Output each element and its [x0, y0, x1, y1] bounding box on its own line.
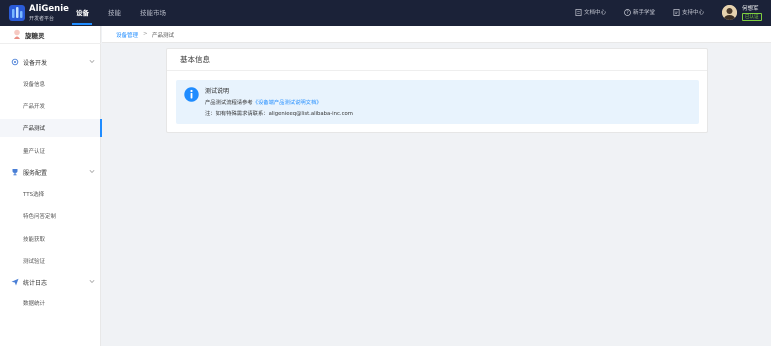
- sidebar-item-device-info[interactable]: 设备信息: [0, 75, 101, 93]
- brand-logo[interactable]: AliGenie 开发者平台: [8, 3, 78, 23]
- document-icon: [575, 9, 582, 16]
- chevron-down-icon: [89, 279, 95, 284]
- basic-info-card: 基本信息 测试说明 产品测试流程请参考《设备端产品测试说明文档》 注：如有特殊需…: [166, 48, 708, 133]
- sidebar-section-stats-log[interactable]: 统计日志: [0, 273, 101, 291]
- chevron-down-icon: [89, 59, 95, 64]
- test-notice-alert: 测试说明 产品测试流程请参考《设备端产品测试说明文档》 注：如有特殊需求请联系：…: [176, 80, 699, 124]
- avatar-image-icon: [722, 5, 737, 20]
- notice-line-reference: 产品测试流程请参考《设备端产品测试说明文档》: [205, 98, 322, 106]
- sidebar-item-label: 技能获取: [23, 237, 46, 243]
- user-name[interactable]: 何想军: [742, 4, 759, 12]
- sidebar-item-label: 数据统计: [23, 301, 46, 307]
- breadcrumb-current: 产品测试: [152, 33, 175, 39]
- test-doc-link[interactable]: 《设备端产品测试说明文档》: [253, 100, 322, 106]
- trophy-icon: [12, 169, 18, 176]
- sidebar: 旋糖灵 设备开发 设备信息 产品开发 产品测试 量产认证 服务配置 TTS选择 …: [0, 26, 102, 346]
- sidebar-item-label: 产品开发: [23, 104, 46, 110]
- nav-tab-skills[interactable]: 技能: [108, 0, 121, 26]
- nav-tab-skill-market[interactable]: 技能市场: [140, 0, 166, 26]
- doc-center-label: 文档中心: [584, 10, 607, 16]
- nav-active-indicator: [72, 23, 92, 25]
- sidebar-item-data-stats[interactable]: 数据统计: [0, 294, 101, 312]
- product-avatar-icon: [14, 29, 20, 39]
- sidebar-item-skill-acquire[interactable]: 技能获取: [0, 230, 101, 248]
- sidebar-header[interactable]: 旋糖灵: [0, 26, 101, 44]
- card-title: 基本信息: [180, 55, 210, 64]
- support-center-link[interactable]: 支持中心: [673, 0, 704, 26]
- info-icon: [184, 87, 199, 102]
- verified-badge: 已认证: [742, 13, 762, 21]
- sidebar-title: 旋糖灵: [25, 32, 45, 40]
- sidebar-item-label: 设备信息: [23, 82, 46, 88]
- sidebar-item-label: 测试验证: [23, 259, 46, 265]
- brand-title: AliGenie: [29, 4, 69, 14]
- notice-contact-text: 注：如有特殊需求请联系：aligenieeq@list.alibaba-inc.…: [205, 111, 353, 117]
- user-avatar[interactable]: [722, 5, 737, 20]
- send-icon: [11, 278, 19, 286]
- top-bar: AliGenie 开发者平台 设备 技能 技能市场 文档中心 ? 新手学堂 支持中…: [0, 0, 771, 26]
- brand-subtitle: 开发者平台: [29, 16, 55, 22]
- sidebar-section-label: 统计日志: [23, 280, 48, 287]
- sidebar-section-device-dev[interactable]: 设备开发: [0, 53, 101, 71]
- chevron-down-icon: [89, 169, 95, 174]
- support-icon: [673, 9, 680, 16]
- sidebar-section-service-config[interactable]: 服务配置: [0, 163, 101, 181]
- sidebar-item-product-dev[interactable]: 产品开发: [0, 97, 101, 115]
- card-divider: [167, 70, 707, 71]
- notice-title: 测试说明: [205, 88, 230, 95]
- support-center-label: 支持中心: [682, 10, 705, 16]
- aligenie-logo-icon: [9, 5, 25, 21]
- sidebar-item-tts-select[interactable]: TTS选择: [0, 185, 101, 203]
- breadcrumb: 设备管理 > 产品测试: [102, 26, 771, 43]
- gear-icon: [11, 58, 19, 66]
- sidebar-item-label: 特色问答定制: [23, 214, 57, 220]
- notice-reference-text: 产品测试流程请参考: [205, 100, 253, 106]
- newbie-school-link[interactable]: ? 新手学堂: [624, 0, 655, 26]
- help-circle-icon: ?: [624, 9, 631, 16]
- sidebar-section-label: 设备开发: [23, 60, 48, 67]
- sidebar-item-label: 产品测试: [23, 126, 46, 132]
- newbie-school-label: 新手学堂: [633, 10, 656, 16]
- doc-center-link[interactable]: 文档中心: [575, 0, 606, 26]
- sidebar-item-custom-qa[interactable]: 特色问答定制: [0, 207, 101, 225]
- breadcrumb-separator: >: [143, 31, 148, 37]
- sidebar-section-label: 服务配置: [23, 170, 48, 177]
- sidebar-item-mass-production-cert[interactable]: 量产认证: [0, 142, 101, 160]
- breadcrumb-parent-link[interactable]: 设备管理: [116, 31, 138, 39]
- sidebar-item-label: 量产认证: [23, 149, 46, 155]
- sidebar-item-label: TTS选择: [23, 192, 45, 198]
- sidebar-item-test-verify[interactable]: 测试验证: [0, 252, 101, 270]
- sidebar-item-product-test[interactable]: 产品测试: [0, 119, 102, 137]
